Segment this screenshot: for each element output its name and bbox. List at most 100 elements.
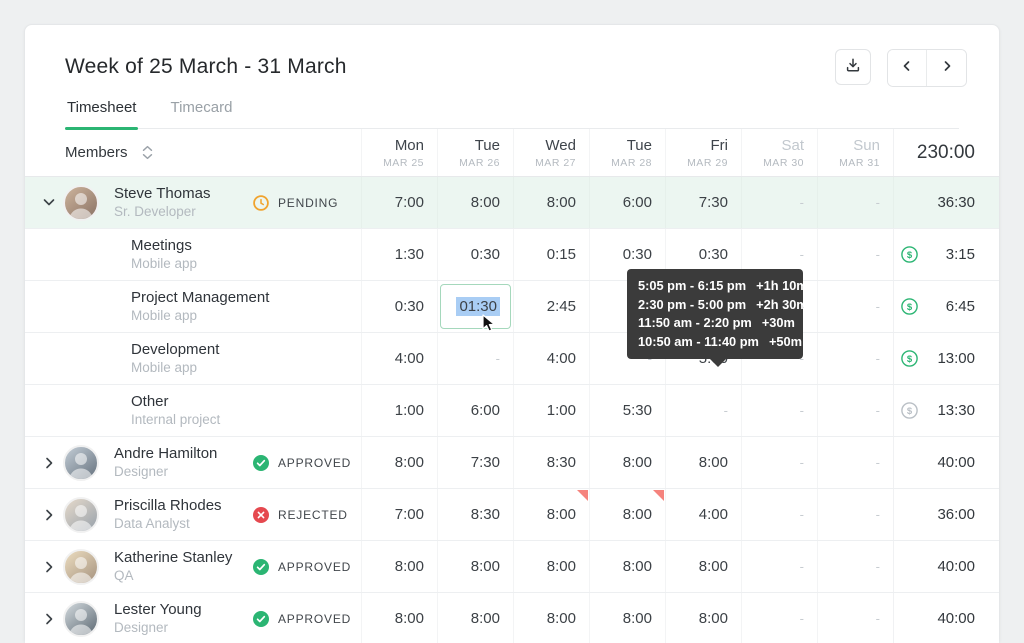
svg-text:$: $ (907, 354, 913, 365)
member-text: Lester YoungDesigner (114, 600, 253, 637)
row-total-value: 13:30 (918, 402, 975, 419)
day-value-cell: 4:00 (665, 489, 741, 540)
avatar (63, 549, 99, 585)
chevron-right-icon (45, 561, 54, 573)
member-row[interactable]: Priscilla RhodesData AnalystREJECTED7:00… (25, 489, 999, 541)
day-value-cell[interactable]: 4:00 (361, 333, 437, 384)
tab-timecard[interactable]: Timecard (168, 95, 234, 128)
next-week-button[interactable] (927, 50, 966, 86)
member-row[interactable]: Steve ThomasSr. DeveloperPENDING7:008:00… (25, 177, 999, 229)
day-value-cell[interactable]: - (437, 333, 513, 384)
member-name: Andre Hamilton (114, 444, 253, 463)
svg-text:$: $ (907, 250, 913, 261)
day-name: Tue (475, 137, 500, 154)
day-value-cell: - (817, 177, 893, 228)
day-value-cell[interactable]: - (817, 281, 893, 332)
expand-toggle[interactable] (39, 613, 59, 625)
day-value-cell: - (741, 541, 817, 592)
day-value-cell: 8:00 (589, 541, 665, 592)
expand-toggle[interactable] (39, 457, 59, 469)
status-label: APPROVED (278, 612, 351, 626)
day-value-cell: 8:00 (665, 593, 741, 643)
day-column-header: Tue MAR 28 (589, 129, 665, 176)
row-total-cell: 36:00 (893, 489, 1001, 540)
member-row[interactable]: Katherine StanleyQAAPPROVED8:008:008:008… (25, 541, 999, 593)
billable-icon: $ (901, 350, 918, 367)
sort-icon[interactable] (142, 145, 153, 160)
tooltip-time-range: 10:50 am - 11:40 pm (638, 333, 759, 352)
day-value-cell: - (817, 489, 893, 540)
day-value-cell[interactable]: 2:45 (513, 281, 589, 332)
day-value-cell[interactable]: 1:30 (361, 229, 437, 280)
task-project: Mobile app (131, 255, 361, 273)
day-name: Tue (627, 137, 652, 154)
download-icon (845, 57, 861, 78)
selected-day-value-cell[interactable]: 01:30 (437, 281, 513, 332)
day-value-cell[interactable]: 0:30 (361, 281, 437, 332)
member-row[interactable]: Lester YoungDesignerAPPROVED8:008:008:00… (25, 593, 999, 643)
day-value-cell[interactable]: 0:30 (437, 229, 513, 280)
status-badge: APPROVED (253, 455, 351, 471)
day-date: MAR 29 (687, 157, 728, 169)
day-value-cell[interactable]: - (817, 333, 893, 384)
day-value-cell[interactable]: 1:00 (513, 385, 589, 436)
day-date: MAR 27 (535, 157, 576, 169)
members-column-header: Members (25, 129, 361, 176)
day-value-cell: - (741, 489, 817, 540)
expand-toggle[interactable] (39, 509, 59, 521)
day-value-cell[interactable]: 6:00 (437, 385, 513, 436)
member-text: Andre HamiltonDesigner (114, 444, 253, 481)
day-value-cell[interactable]: - (817, 385, 893, 436)
day-value-cell: 8:00 (361, 437, 437, 488)
task-row: DevelopmentMobile app4:00-4:00-5:00--$13… (25, 333, 999, 385)
task-cell: MeetingsMobile app (25, 229, 361, 280)
day-value-cell: 8:00 (437, 593, 513, 643)
row-total-value: 36:30 (901, 194, 975, 211)
member-cell: Lester YoungDesigner APPROVED (25, 593, 361, 643)
day-value-cell: 8:00 (513, 541, 589, 592)
day-value-cell[interactable]: - (665, 385, 741, 436)
toolbar (835, 49, 967, 87)
expand-toggle[interactable] (39, 198, 59, 207)
day-name: Wed (545, 137, 576, 154)
flagged-day-value-cell: 8:00 (589, 489, 665, 540)
day-value-cell[interactable]: 4:00 (513, 333, 589, 384)
day-value-cell[interactable]: 0:15 (513, 229, 589, 280)
prev-week-button[interactable] (888, 50, 927, 86)
expand-toggle[interactable] (39, 561, 59, 573)
member-role: Designer (114, 463, 253, 481)
day-name: Sat (781, 137, 804, 154)
week-nav (887, 49, 967, 87)
member-role: Data Analyst (114, 515, 253, 533)
member-cell: Priscilla RhodesData Analyst REJECTED (25, 489, 361, 540)
member-row[interactable]: Andre HamiltonDesignerAPPROVED8:007:308:… (25, 437, 999, 489)
members-header-label: Members (65, 144, 128, 161)
avatar (63, 185, 99, 221)
task-cell: OtherInternal project (25, 385, 361, 436)
avatar (63, 497, 99, 533)
day-value-cell[interactable]: - (817, 229, 893, 280)
status-label: REJECTED (278, 508, 348, 522)
day-value-cell[interactable]: 1:00 (361, 385, 437, 436)
day-value-cell[interactable]: 5:30 (589, 385, 665, 436)
row-total-value: 40:00 (901, 454, 975, 471)
day-date: MAR 28 (611, 157, 652, 169)
row-total-cell: 40:00 (893, 437, 1001, 488)
task-row: Project ManagementMobile app0:3001:302:4… (25, 281, 999, 333)
day-value-cell[interactable]: - (741, 385, 817, 436)
member-cell: Steve ThomasSr. DeveloperPENDING (25, 177, 361, 228)
day-value-cell: 8:00 (665, 437, 741, 488)
member-text: Priscilla RhodesData Analyst (114, 496, 253, 533)
day-value-cell: 7:30 (437, 437, 513, 488)
approved-icon (253, 611, 269, 627)
tooltip-duration: +50m (769, 333, 802, 352)
tab-timesheet[interactable]: Timesheet (65, 95, 138, 128)
row-total-value: 40:00 (901, 558, 975, 575)
download-button[interactable] (835, 49, 871, 85)
time-entries-tooltip: 5:05 pm - 6:15 pm+1h 10m2:30 pm - 5:00 p… (627, 269, 803, 359)
day-value-cell: 7:30 (665, 177, 741, 228)
tooltip-entry: 5:05 pm - 6:15 pm+1h 10m (638, 277, 792, 296)
status-label: APPROVED (278, 456, 351, 470)
row-total-cell: 36:30 (893, 177, 1001, 228)
task-row: MeetingsMobile app1:300:300:150:300:30--… (25, 229, 999, 281)
